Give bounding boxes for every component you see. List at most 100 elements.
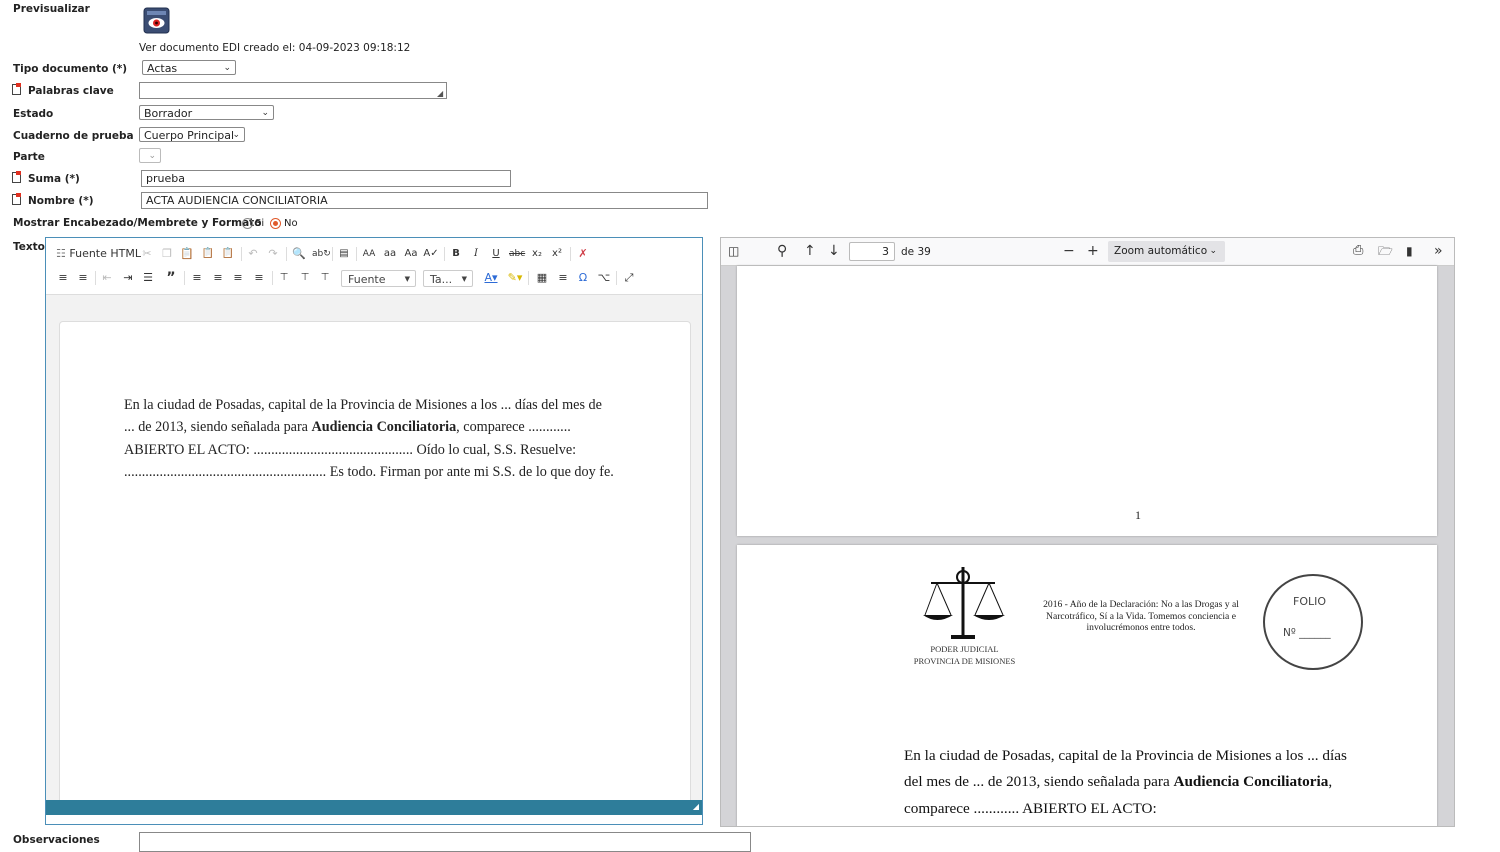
- strikethrough-icon[interactable]: abc: [509, 246, 525, 262]
- estado-label: Estado: [13, 108, 54, 120]
- resize-grip-icon[interactable]: ◢: [693, 802, 699, 811]
- table-icon[interactable]: ▦: [535, 270, 549, 286]
- seal-line-1: PODER JUDICIAL: [930, 644, 999, 654]
- edi-info-text: Ver documento EDI creado el: 04-09-2023 …: [139, 42, 411, 54]
- chevron-down-icon: ⌄: [223, 63, 231, 73]
- palabras-clave-textarea[interactable]: [139, 82, 447, 99]
- pdf-page-footer-number: 1: [1135, 508, 1141, 522]
- sidebar-toggle-icon[interactable]: ◫: [728, 243, 739, 259]
- required-edit-icon: [12, 193, 21, 205]
- font-combo[interactable]: Fuente ▼: [341, 270, 416, 287]
- paste-icon[interactable]: 📋: [180, 246, 194, 262]
- estado-select[interactable]: Borrador ⌄: [139, 105, 274, 120]
- editor-body-text[interactable]: En la ciudad de Posadas, capital de la P…: [124, 394, 614, 483]
- maximize-icon[interactable]: ⤢: [622, 270, 636, 286]
- pdf-body-text: En la ciudad de Posadas, capital de la P…: [904, 743, 1364, 822]
- cuaderno-select[interactable]: Cuerpo Principal ⌄: [139, 127, 245, 142]
- toolbar-separator: [95, 271, 96, 285]
- indent-icon[interactable]: ⇥: [121, 270, 135, 286]
- arrow-up-icon[interactable]: ↑: [804, 243, 816, 259]
- tipo-documento-select[interactable]: Actas ⌄: [142, 60, 236, 75]
- outdent-icon[interactable]: ⇤: [100, 270, 114, 286]
- radio-si-label: Si: [255, 218, 265, 229]
- nombre-input[interactable]: ACTA AUDIENCIA CONCILIATORIA: [141, 192, 708, 209]
- pdf-text-bold: Audiencia Conciliatoria: [1173, 773, 1329, 791]
- superscript-icon[interactable]: x²: [550, 246, 564, 262]
- blockquote-icon[interactable]: ”: [164, 270, 178, 286]
- search-icon[interactable]: ⚲: [777, 243, 787, 259]
- background-color-icon[interactable]: ✎▾: [505, 270, 525, 286]
- parte-select[interactable]: ⌄: [139, 148, 161, 163]
- editor-document-page[interactable]: En la ciudad de Posadas, capital de la P…: [59, 321, 691, 813]
- preview-icon[interactable]: [143, 7, 170, 34]
- spellcheck-icon[interactable]: A✓: [423, 246, 439, 262]
- zoom-select[interactable]: Zoom automático ⌄: [1108, 241, 1225, 262]
- zoom-value: Zoom automático: [1114, 245, 1208, 257]
- toolbar-separator: [570, 247, 571, 261]
- replace-icon[interactable]: ab↻: [312, 246, 331, 262]
- line-height-2-icon[interactable]: ⊤: [318, 270, 332, 286]
- font-combo-label: Fuente: [348, 273, 386, 286]
- underline-icon[interactable]: U: [489, 246, 503, 262]
- align-justify-icon[interactable]: ≡: [252, 270, 266, 286]
- open-file-icon[interactable]: 🗁: [1378, 243, 1393, 259]
- source-html-label: Fuente HTML: [69, 247, 141, 260]
- resize-grip-icon[interactable]: ◢: [437, 89, 443, 98]
- numbered-list-icon[interactable]: ≡: [56, 270, 70, 286]
- line-height-15-icon[interactable]: ⊤: [297, 270, 313, 286]
- paste-word-icon[interactable]: 📋: [220, 246, 236, 262]
- zoom-out-icon[interactable]: −: [1063, 243, 1075, 259]
- seal-line-2: PROVINCIA DE MISIONES: [913, 656, 1016, 666]
- estado-value: Borrador: [144, 107, 193, 120]
- select-all-icon[interactable]: ▤: [336, 246, 352, 262]
- block-icon[interactable]: ☰: [141, 270, 155, 286]
- toolbar-separator: [616, 271, 617, 285]
- chevron-down-icon: ▼: [404, 275, 410, 283]
- scales-of-justice-icon: [917, 561, 1017, 645]
- cut-icon[interactable]: ✂: [140, 246, 154, 262]
- undo-icon[interactable]: ↶: [246, 246, 260, 262]
- align-center-icon[interactable]: ≡: [211, 270, 225, 286]
- bold-icon[interactable]: B: [449, 246, 463, 262]
- pdf-page-1: 1: [737, 266, 1437, 536]
- line-height-1-icon[interactable]: ⊤: [277, 270, 291, 286]
- find-icon[interactable]: 🔍: [291, 246, 307, 262]
- capitalize-icon[interactable]: Aa: [403, 246, 419, 262]
- toolbar-separator: [184, 271, 185, 285]
- lowercase-icon[interactable]: aa: [382, 246, 398, 262]
- rich-text-editor: ☷ Fuente HTML ✂ ❐ 📋 📋 📋 ↶ ↷ 🔍 ab↻ ▤ AA a…: [45, 237, 703, 825]
- editor-content-area[interactable]: En la ciudad de Posadas, capital de la P…: [46, 294, 702, 813]
- more-tools-icon[interactable]: »: [1434, 243, 1443, 259]
- copy-icon[interactable]: ❐: [160, 246, 174, 262]
- uppercase-icon[interactable]: AA: [361, 246, 377, 262]
- align-left-icon[interactable]: ≡: [190, 270, 204, 286]
- toolbar-separator: [286, 247, 287, 261]
- remove-format-icon[interactable]: ✗: [575, 246, 591, 262]
- size-combo[interactable]: Ta... ▼: [423, 270, 473, 287]
- toolbar-separator: [241, 247, 242, 261]
- bookmark-icon[interactable]: ▮: [1406, 243, 1413, 259]
- zoom-in-icon[interactable]: +: [1087, 243, 1099, 259]
- suma-input[interactable]: prueba: [141, 170, 511, 187]
- source-html-button[interactable]: ☷ Fuente HTML: [56, 246, 141, 262]
- toolbar-separator: [356, 247, 357, 261]
- arrow-down-icon[interactable]: ↓: [828, 243, 840, 259]
- radio-no[interactable]: [270, 218, 281, 229]
- page-break-icon[interactable]: ⌥: [597, 270, 611, 286]
- align-right-icon[interactable]: ≡: [231, 270, 245, 286]
- text-color-icon[interactable]: A▾: [481, 270, 501, 286]
- horizontal-line-icon[interactable]: ≡: [556, 270, 570, 286]
- bulleted-list-icon[interactable]: ≡: [76, 270, 90, 286]
- editor-toolbar-row-2: ≡ ≡ ⇤ ⇥ ☰ ” ≡ ≡ ≡ ≡ ⊤ ⊤ ⊤ Fuente ▼ Ta...…: [46, 266, 702, 290]
- observaciones-textarea[interactable]: [139, 832, 751, 852]
- special-char-icon[interactable]: Ω: [576, 270, 590, 286]
- paste-text-icon[interactable]: 📋: [200, 246, 216, 262]
- redo-icon[interactable]: ↷: [266, 246, 280, 262]
- italic-icon[interactable]: I: [469, 246, 483, 262]
- print-icon[interactable]: ⎙: [1353, 243, 1363, 259]
- page-number-input[interactable]: 3: [849, 242, 895, 261]
- subscript-icon[interactable]: x₂: [530, 246, 544, 262]
- radio-si[interactable]: [242, 218, 253, 229]
- folio-label: FOLIO: [1293, 595, 1327, 608]
- pdf-viewer: ◫ ⚲ ↑ ↓ 3 de 39 − + Zoom automático ⌄ ⎙ …: [720, 237, 1455, 827]
